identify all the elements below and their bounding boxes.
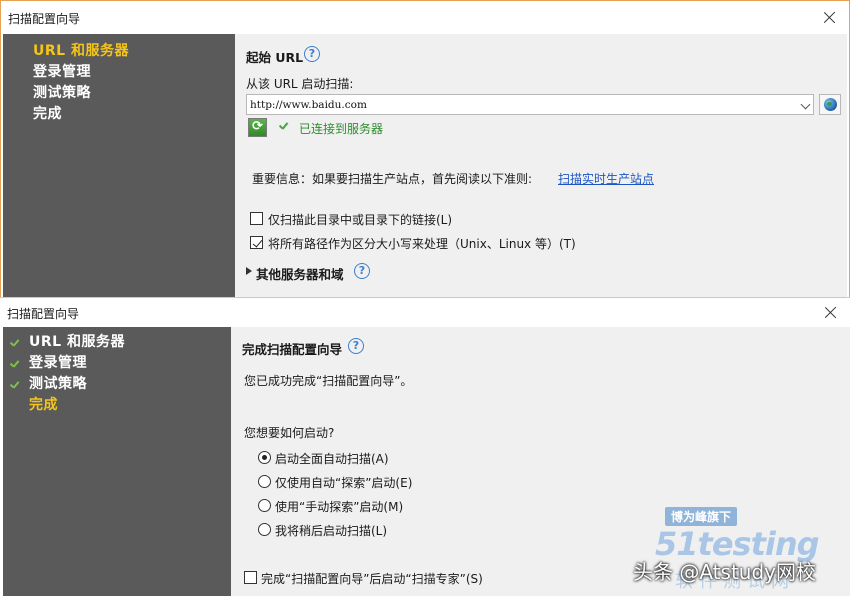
start-url-input[interactable] xyxy=(250,97,790,112)
title-bar: 扫描配置向导 xyxy=(0,298,850,327)
success-check-icon xyxy=(278,121,290,133)
wizard-content: 起始 URL ? 从该 URL 启动扫描: ⟳ 已连接到服务器 重要信息：如果要… xyxy=(235,34,847,298)
title-bar: 扫描配置向导 xyxy=(1,1,849,34)
other-servers-expander[interactable]: 其他服务器和域 xyxy=(256,264,344,283)
connection-status: 已连接到服务器 xyxy=(299,122,384,136)
step-test-policy[interactable]: 测试策略 xyxy=(29,373,87,393)
wizard-window-url: 扫描配置向导 URL 和服务器 登录管理 测试策略 完成 起始 URL ? 从该… xyxy=(0,0,850,298)
refresh-icon: ⟳ xyxy=(252,119,263,134)
step-url-and-server[interactable]: URL 和服务器 xyxy=(33,40,129,60)
step-finish[interactable]: 完成 xyxy=(33,103,62,123)
wizard-window-finish: 扫描配置向导 URL 和服务器 登录管理 测试策略 完成 完成扫描配置向导 ? … xyxy=(0,297,850,596)
production-site-link[interactable]: 扫描实时生产站点 xyxy=(558,170,654,187)
wizard-steps-sidebar: URL 和服务器 登录管理 测试策略 完成 xyxy=(3,34,235,298)
watermark-credit: 头条 @Atstudy网校 xyxy=(633,560,816,584)
completed-check-icon xyxy=(9,359,21,371)
auto-explore-radio[interactable] xyxy=(258,475,271,488)
important-info-text: 重要信息：如果要扫描生产站点，首先阅读以下准则: xyxy=(252,172,533,186)
close-button[interactable] xyxy=(820,302,842,324)
directory-only-checkbox[interactable] xyxy=(250,212,263,225)
case-sensitive-checkbox[interactable] xyxy=(250,236,263,249)
section-title: 起始 URL xyxy=(246,50,304,65)
auto-explore-label: 仅使用自动“探索”启动(E) xyxy=(275,476,413,490)
full-auto-scan-radio[interactable] xyxy=(258,451,271,464)
browse-url-button[interactable] xyxy=(819,94,841,115)
completed-check-icon xyxy=(9,338,21,350)
help-icon[interactable]: ? xyxy=(354,263,370,279)
case-sensitive-label: 将所有路径作为区分大小写来处理（Unix、Linux 等）(T) xyxy=(268,237,576,251)
window-title: 扫描配置向导 xyxy=(8,12,81,26)
start-url-label: 从该 URL 启动扫描: xyxy=(246,77,354,91)
help-icon[interactable]: ? xyxy=(304,46,320,62)
step-test-policy[interactable]: 测试策略 xyxy=(33,82,91,102)
window-title: 扫描配置向导 xyxy=(7,307,80,321)
section-title: 完成扫描配置向导 xyxy=(242,342,343,357)
manual-explore-label: 使用“手动探索”启动(M) xyxy=(275,500,404,514)
globe-icon xyxy=(824,98,837,111)
start-later-radio[interactable] xyxy=(258,523,271,536)
start-question: 您想要如何启动? xyxy=(244,426,335,440)
completed-check-icon xyxy=(9,380,21,392)
expand-arrow-icon[interactable] xyxy=(246,267,252,275)
step-url-and-server[interactable]: URL 和服务器 xyxy=(29,331,125,351)
launch-scan-expert-checkbox[interactable] xyxy=(244,571,257,584)
help-icon[interactable]: ? xyxy=(348,338,364,354)
full-auto-scan-label: 启动全面自动扫描(A) xyxy=(275,452,389,466)
close-button[interactable] xyxy=(819,7,841,29)
step-finish[interactable]: 完成 xyxy=(29,394,58,414)
start-url-combobox[interactable] xyxy=(246,94,814,115)
start-later-label: 我将稍后启动扫描(L) xyxy=(275,524,388,538)
completion-message: 您已成功完成“扫描配置向导”。 xyxy=(244,374,413,388)
reconnect-button[interactable]: ⟳ xyxy=(248,118,267,137)
directory-only-label: 仅扫描此目录中或目录下的链接(L) xyxy=(268,213,453,227)
launch-scan-expert-label: 完成“扫描配置向导”后启动“扫描专家”(S) xyxy=(261,572,483,586)
chevron-down-icon[interactable] xyxy=(800,99,811,110)
wizard-steps-sidebar: URL 和服务器 登录管理 测试策略 完成 xyxy=(3,327,231,596)
step-login-management[interactable]: 登录管理 xyxy=(29,352,87,372)
manual-explore-radio[interactable] xyxy=(258,499,271,512)
step-login-management[interactable]: 登录管理 xyxy=(33,61,91,81)
